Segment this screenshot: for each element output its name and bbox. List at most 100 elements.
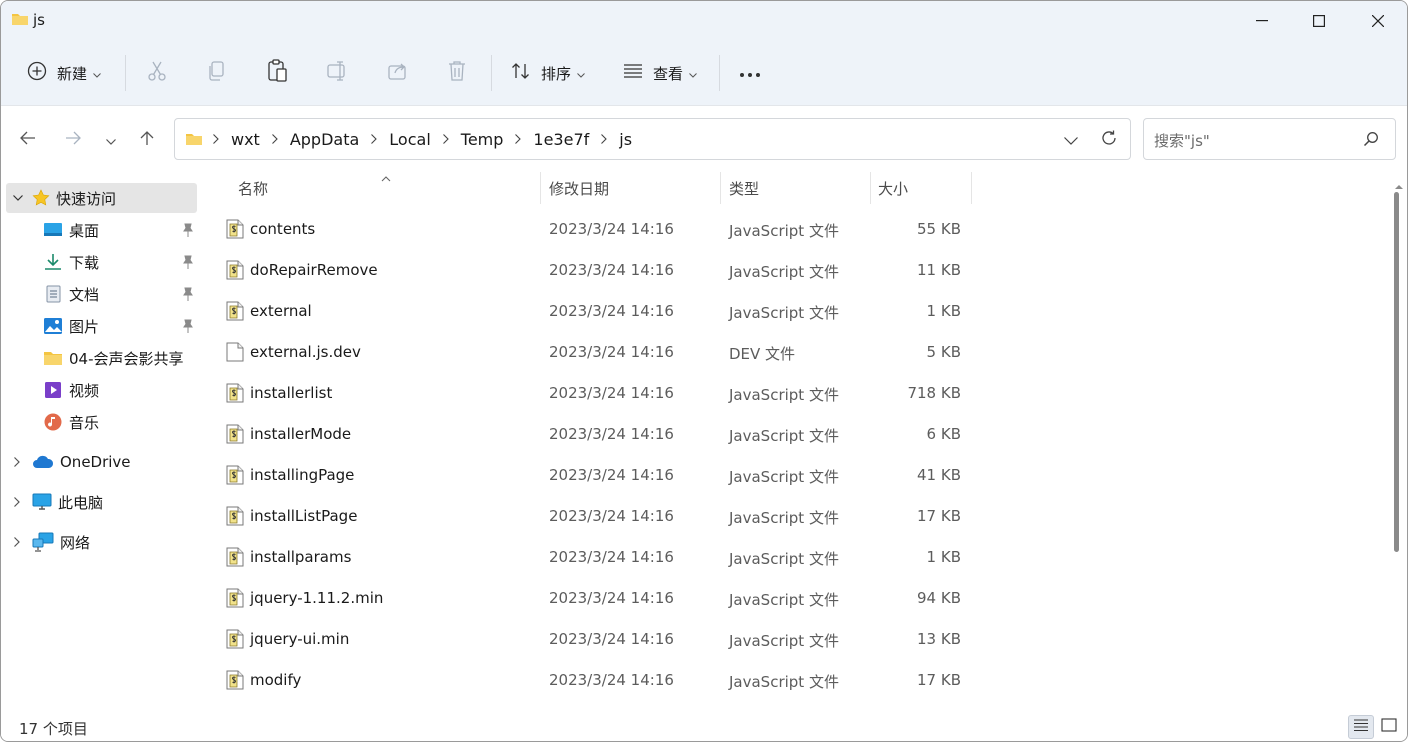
recent-locations-button[interactable]: [97, 126, 125, 154]
cut-button[interactable]: [147, 53, 167, 93]
breadcrumb-js[interactable]: js: [617, 130, 634, 149]
address-bar[interactable]: wxt AppData Local Temp 1e3e7f js: [174, 118, 1131, 160]
column-header-name[interactable]: 名称: [238, 172, 268, 204]
sidebar-item-downloads[interactable]: 下载: [1, 247, 198, 277]
file-row[interactable]: external 2023/3/24 14:16 JavaScript 文件 1 KB: [200, 291, 1000, 332]
file-size: 94 KB: [917, 589, 961, 607]
paste-button[interactable]: [267, 53, 289, 93]
file-row[interactable]: installparams 2023/3/24 14:16 JavaScript 文…: [200, 537, 1000, 578]
file-row[interactable]: modify 2023/3/24 14:16 JavaScript 文件 17 KB: [200, 660, 1000, 701]
breadcrumb-local[interactable]: Local: [387, 130, 432, 149]
new-button[interactable]: 新建: [27, 53, 101, 93]
file-name[interactable]: jquery-1.11.2.min: [250, 589, 383, 607]
plus-circle-icon: [27, 61, 47, 85]
file-row[interactable]: jquery-1.11.2.min 2023/3/24 14:16 JavaScri…: [200, 578, 1000, 619]
rename-button[interactable]: [327, 53, 349, 93]
file-size: 5 KB: [926, 343, 961, 361]
chevron-right-icon[interactable]: [14, 497, 20, 507]
file-row[interactable]: installerlist 2023/3/24 14:16 JavaScript 文…: [200, 373, 1000, 414]
file-row[interactable]: installListPage 2023/3/24 14:16 JavaScript…: [200, 496, 1000, 537]
forward-button[interactable]: [59, 126, 87, 154]
sidebar-item-onedrive[interactable]: OneDrive: [1, 447, 198, 477]
file-name[interactable]: external.js.dev: [250, 343, 361, 361]
more-options-button[interactable]: [739, 53, 761, 93]
file-name[interactable]: doRepairRemove: [250, 261, 378, 279]
file-name[interactable]: external: [250, 302, 312, 320]
file-date: 2023/3/24 14:16: [549, 343, 674, 361]
file-row[interactable]: installingPage 2023/3/24 14:16 JavaScript …: [200, 455, 1000, 496]
sidebar-item-documents[interactable]: 文档: [1, 279, 198, 309]
file-name[interactable]: installerMode: [250, 425, 351, 443]
copy-button[interactable]: [207, 53, 227, 93]
sidebar-item-quick-access[interactable]: 快速访问: [6, 183, 197, 213]
column-divider[interactable]: [870, 172, 871, 204]
sidebar-item-desktop[interactable]: 桌面: [1, 215, 198, 245]
file-name[interactable]: installerlist: [250, 384, 332, 402]
refresh-icon[interactable]: [1100, 129, 1118, 151]
sidebar-item-pictures[interactable]: 图片: [1, 311, 198, 341]
sidebar-item-network[interactable]: 网络: [1, 527, 198, 557]
share-button[interactable]: [387, 53, 409, 93]
large-icons-view-button[interactable]: [1376, 715, 1402, 739]
file-name[interactable]: contents: [250, 220, 315, 238]
copy-icon: [207, 60, 227, 86]
file-name[interactable]: installparams: [250, 548, 351, 566]
pin-icon: [182, 223, 194, 241]
maximize-button[interactable]: [1290, 1, 1348, 41]
file-size: 13 KB: [917, 630, 961, 648]
file-row[interactable]: jquery-ui.min 2023/3/24 14:16 JavaScript 文…: [200, 619, 1000, 660]
new-label: 新建: [57, 64, 88, 83]
breadcrumb-1e3e7f[interactable]: 1e3e7f: [531, 130, 591, 149]
file-name[interactable]: jquery-ui.min: [250, 630, 349, 648]
file-name[interactable]: modify: [250, 671, 301, 689]
search-input[interactable]: 搜索"js": [1154, 130, 1210, 151]
sidebar-item-videos[interactable]: 视频: [1, 375, 198, 405]
more-icon: [739, 64, 761, 82]
file-size: 11 KB: [917, 261, 961, 279]
file-date: 2023/3/24 14:16: [549, 466, 674, 484]
file-size: 1 KB: [926, 548, 961, 566]
chevron-down-icon: [93, 64, 101, 82]
column-divider[interactable]: [720, 172, 721, 204]
up-button[interactable]: [133, 126, 161, 154]
close-button[interactable]: [1349, 1, 1407, 41]
file-row[interactable]: installerMode 2023/3/24 14:16 JavaScript 文…: [200, 414, 1000, 455]
sidebar-item-this-pc[interactable]: 此电脑: [1, 487, 198, 517]
column-header-date[interactable]: 修改日期: [549, 172, 609, 204]
address-history-chevron-icon[interactable]: [1064, 131, 1078, 149]
file-row[interactable]: doRepairRemove 2023/3/24 14:16 JavaScript …: [200, 250, 1000, 291]
sidebar-item-shared-folder[interactable]: 04-会声会影共享: [1, 343, 198, 373]
sidebar-item-label: 视频: [69, 381, 100, 400]
breadcrumb-wxt[interactable]: wxt: [229, 130, 262, 149]
column-header-size[interactable]: 大小: [878, 172, 908, 204]
javascript-file-icon: [226, 424, 244, 448]
chevron-down-icon[interactable]: [13, 195, 23, 201]
chevron-right-icon: [371, 134, 378, 144]
details-view-button[interactable]: [1348, 715, 1374, 739]
chevron-right-icon[interactable]: [14, 457, 20, 467]
column-header-type[interactable]: 类型: [729, 172, 759, 204]
view-button[interactable]: 查看: [623, 53, 697, 93]
sort-button[interactable]: 排序: [511, 53, 585, 93]
file-date: 2023/3/24 14:16: [549, 261, 674, 279]
file-name[interactable]: installingPage: [250, 466, 354, 484]
thumbnail-view-icon: [1381, 718, 1397, 736]
breadcrumb-temp[interactable]: Temp: [459, 130, 506, 149]
minimize-button[interactable]: [1233, 1, 1291, 41]
file-date: 2023/3/24 14:16: [549, 630, 674, 648]
file-name[interactable]: installListPage: [250, 507, 357, 525]
sidebar-item-music[interactable]: 音乐: [1, 407, 198, 437]
chevron-right-icon[interactable]: [14, 537, 20, 547]
vertical-scrollbar[interactable]: [1390, 172, 1407, 712]
search-box[interactable]: 搜索"js": [1143, 118, 1396, 160]
column-divider[interactable]: [540, 172, 541, 204]
file-size: 1 KB: [926, 302, 961, 320]
file-row[interactable]: external.js.dev 2023/3/24 14:16 DEV 文件 5 KB: [200, 332, 1000, 373]
breadcrumb-appdata[interactable]: AppData: [288, 130, 361, 149]
navigation-row: wxt AppData Local Temp 1e3e7f js 搜索"js": [1, 106, 1407, 172]
column-divider[interactable]: [971, 172, 972, 204]
file-row[interactable]: contents 2023/3/24 14:16 JavaScript 文件 55 K…: [200, 209, 1000, 250]
delete-button[interactable]: [447, 53, 467, 93]
back-button[interactable]: [14, 126, 42, 154]
scrollbar-thumb[interactable]: [1394, 192, 1399, 552]
